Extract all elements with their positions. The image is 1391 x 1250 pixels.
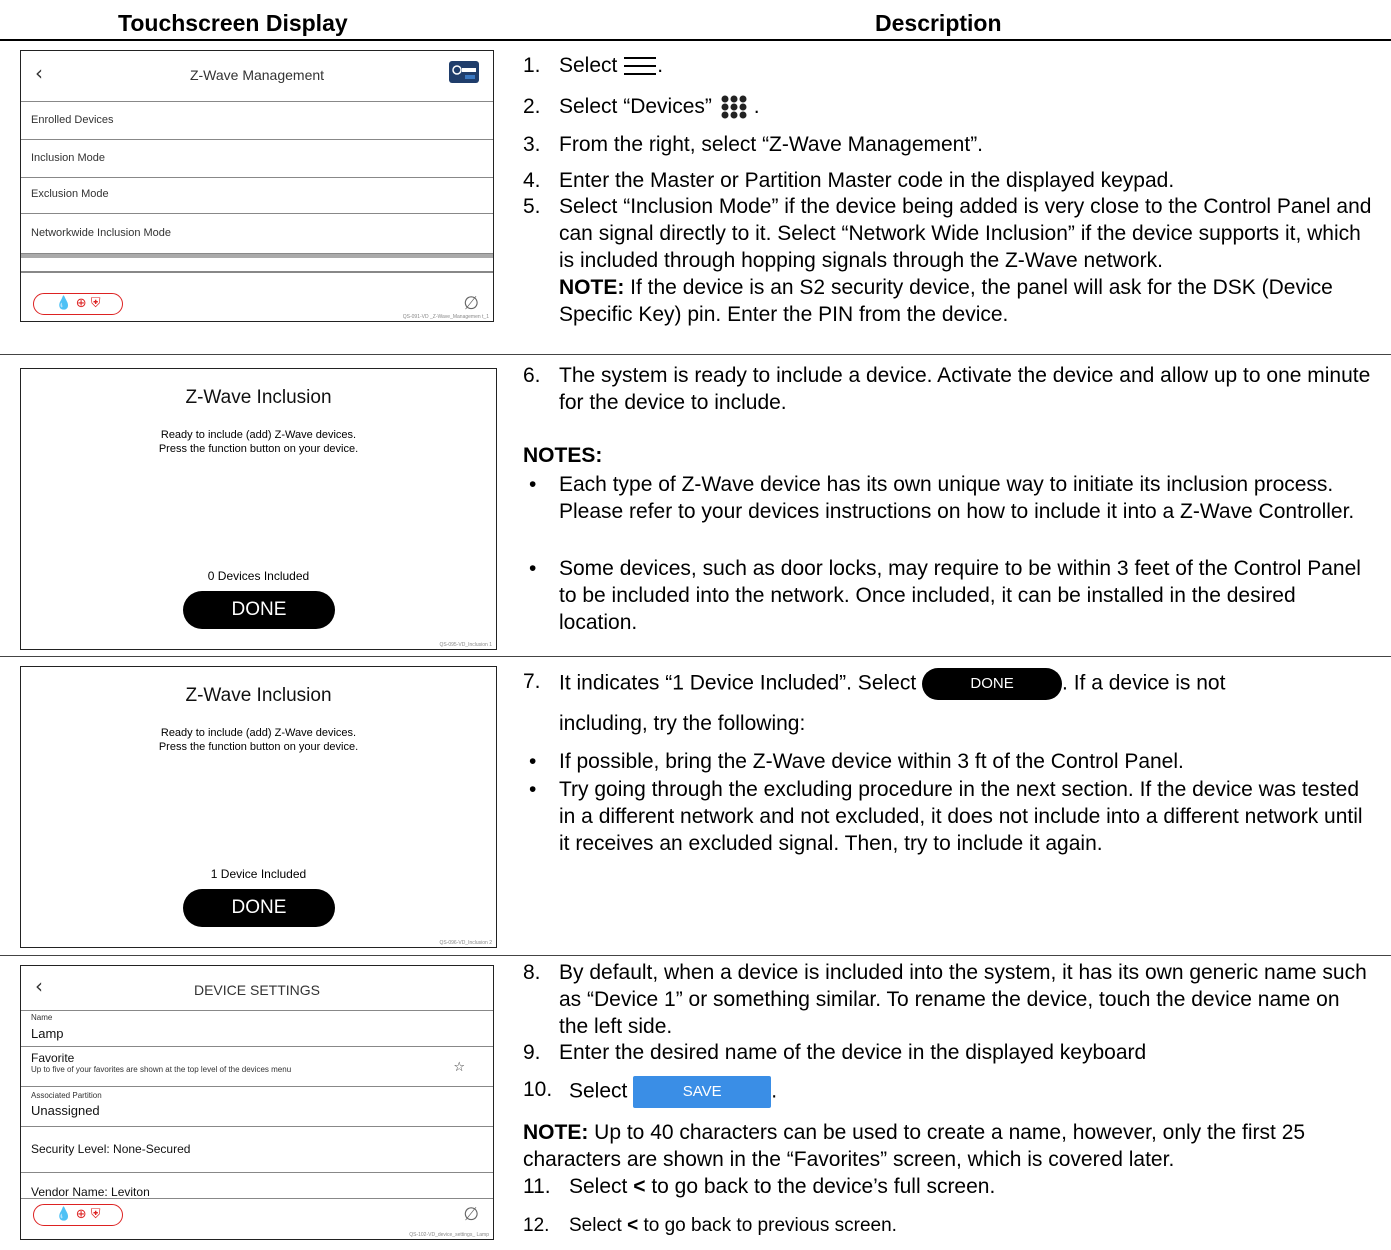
no-signal-icon: ∅ bbox=[463, 293, 479, 313]
column-header-description: Description bbox=[875, 10, 1002, 36]
step-2: 2. Select “Devices” . bbox=[523, 93, 1373, 120]
name-row[interactable]: Name Lamp bbox=[21, 1011, 493, 1047]
device-settings-screen: ‹ DEVICE SETTINGS Name Lamp Favorite Up … bbox=[20, 965, 494, 1240]
instruction-line-2: Press the function button on your device… bbox=[158, 443, 359, 455]
security-row: Security Level: None-Secured bbox=[21, 1127, 493, 1173]
header-rule bbox=[0, 39, 1391, 41]
step-10: 10. Select SAVE. bbox=[523, 1076, 1373, 1108]
keypad-dots-icon bbox=[721, 95, 747, 119]
notes-label: NOTES: bbox=[523, 444, 603, 467]
screen-title: Z-Wave Management bbox=[189, 67, 325, 83]
done-button[interactable]: DONE bbox=[183, 889, 335, 927]
back-chevron-icon: < bbox=[627, 1215, 639, 1236]
step-7-continued: including, try the following: bbox=[559, 712, 806, 735]
troubleshoot-bullet: • If possible, bring the Z-Wave device wi… bbox=[529, 750, 1184, 773]
image-filename: QS-096-VD_Inclusion 2 bbox=[439, 940, 492, 946]
instruction-line-1: Ready to include (add) Z-Wave devices. bbox=[160, 727, 357, 739]
column-header-display: Touchscreen Display bbox=[118, 10, 348, 36]
step-12: 12. Select < to go back to previous scre… bbox=[523, 1215, 897, 1236]
favorite-row[interactable]: Favorite Up to five of your favorites ar… bbox=[21, 1047, 493, 1087]
no-signal-icon: ∅ bbox=[463, 1204, 479, 1224]
devices-included-count: 0 Devices Included bbox=[207, 569, 310, 583]
list-item[interactable]: Exclusion Mode bbox=[21, 178, 493, 214]
step-6: 6. The system is ready to include a devic… bbox=[523, 364, 1371, 414]
note-bullet: • Each type of Z-Wave device has its own … bbox=[529, 473, 1355, 523]
devices-included-count: 1 Device Included bbox=[210, 867, 307, 881]
screen-title: DEVICE SETTINGS bbox=[193, 982, 321, 998]
done-button-inline: DONE bbox=[922, 668, 1063, 700]
list-item[interactable]: Enrolled Devices bbox=[21, 102, 493, 140]
name-length-note: NOTE: Up to 40 characters can be used to… bbox=[523, 1121, 1306, 1171]
step-4: 4. Enter the Master or Partition Master c… bbox=[523, 169, 1175, 192]
done-button[interactable]: DONE bbox=[183, 591, 335, 629]
troubleshoot-bullet: • Try going through the excluding procedu… bbox=[529, 778, 1363, 855]
image-filename: QS-095-VD_Inclusion 1 bbox=[439, 642, 492, 648]
zwave-plus-logo-icon bbox=[449, 61, 479, 83]
emergency-buttons[interactable]: 💧 ⊕ ⛨ bbox=[33, 1204, 123, 1226]
star-icon[interactable]: ☆ bbox=[453, 1060, 465, 1075]
save-button-inline: SAVE bbox=[633, 1076, 772, 1108]
vendor-row: Vendor Name: Leviton bbox=[21, 1173, 493, 1199]
screen-title: Z-Wave Inclusion bbox=[185, 685, 332, 706]
image-filename: QS-102-VD_device_settings_ Lamp bbox=[409, 1232, 489, 1238]
step-1: 1. Select . bbox=[523, 54, 664, 77]
list-item[interactable]: Inclusion Mode bbox=[21, 140, 493, 178]
screen-title: Z-Wave Inclusion bbox=[185, 387, 332, 408]
partition-row[interactable]: Associated Partition Unassigned bbox=[21, 1087, 493, 1127]
zwave-inclusion-screen-0: Z-Wave Inclusion Ready to include (add) … bbox=[20, 368, 497, 650]
step-11: 11. Select < to go back to the device’s … bbox=[523, 1175, 996, 1198]
hamburger-icon bbox=[624, 57, 657, 76]
zwave-management-screen: ‹ Z-Wave Management Enrolled Devices Inc… bbox=[20, 50, 494, 322]
step-8: 8. By default, when a device is included … bbox=[523, 961, 1367, 1038]
emergency-buttons[interactable]: 💧 ⊕ ⛨ bbox=[33, 293, 123, 315]
step-5: 5. Select “Inclusion Mode” if the device… bbox=[523, 195, 1372, 326]
list-item[interactable]: Networkwide Inclusion Mode bbox=[21, 214, 493, 254]
instruction-line-2: Press the function button on your device… bbox=[158, 741, 359, 753]
step-3: 3. From the right, select “Z-Wave Managem… bbox=[523, 133, 984, 156]
back-chevron-icon: < bbox=[633, 1175, 646, 1198]
note-bullet: • Some devices, such as door locks, may r… bbox=[529, 557, 1361, 634]
instruction-line-1: Ready to include (add) Z-Wave devices. bbox=[160, 429, 357, 441]
step-9: 9. Enter the desired name of the device i… bbox=[523, 1041, 1147, 1064]
zwave-inclusion-screen-1: Z-Wave Inclusion Ready to include (add) … bbox=[20, 666, 497, 948]
step-7: 7. It indicates “1 Device Included”. Sel… bbox=[523, 668, 1373, 700]
image-filename: QS-091-VD _Z-Wave_Managemen t_1 bbox=[402, 314, 489, 320]
